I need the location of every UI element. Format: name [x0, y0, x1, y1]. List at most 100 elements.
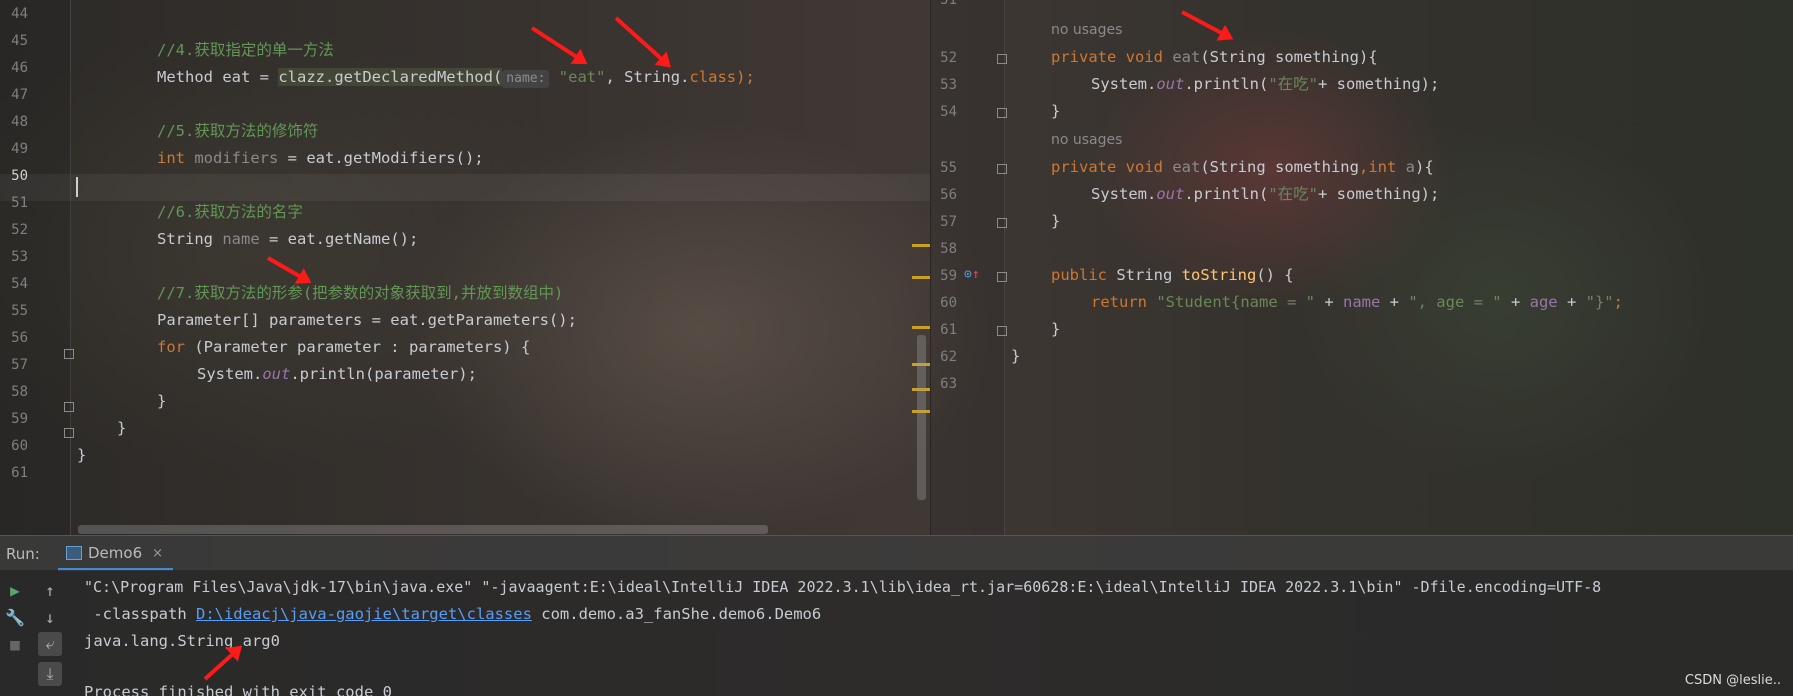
fold-marker[interactable] [64, 349, 74, 359]
code-token: = eat.getName(); [259, 230, 419, 248]
field: name [1342, 293, 1381, 311]
run-icon[interactable]: ▶ [3, 578, 27, 602]
keyword: for [157, 338, 185, 356]
right-editor[interactable]: 51 52 53 54 55 56 57 58 59 60 61 62 63 ⊙… [930, 0, 1793, 535]
line-number: 59 [940, 268, 957, 284]
code-token: (Parameter parameter : parameters) { [185, 338, 531, 356]
run-console[interactable]: ▶ ↑ 🔧 ↓ ■ ⤶ ⤓ "C:\Program Files\Java\jdk… [0, 570, 1793, 696]
line-number: 54 [940, 104, 957, 120]
code-token: , String. [605, 68, 690, 86]
code-token: } [157, 392, 167, 410]
usages-hint[interactable]: no usages [1051, 132, 1122, 148]
console-line-classpath: -classpath D:\ideacj\java-gaojie\target\… [84, 605, 821, 623]
code-token: (String something){ [1200, 48, 1378, 66]
fold-marker[interactable] [997, 326, 1007, 336]
code-line-45[interactable]: //4.获取指定的单一方法 [157, 37, 334, 64]
code-line-61[interactable]: } [1051, 316, 1060, 343]
unused-parameter: a [1396, 158, 1415, 176]
comment: //6.获取方法的名字 [157, 203, 303, 221]
code-token: Parameter[] parameters = eat.getParamete… [157, 311, 577, 329]
code-token: String [1107, 266, 1182, 284]
code-token: } [1011, 347, 1021, 365]
code-line-60[interactable]: } [77, 442, 86, 469]
wrench-icon[interactable]: 🔧 [3, 605, 27, 629]
code-line-52[interactable]: private void eat(String something){ [1051, 44, 1378, 71]
left-vertical-scrollbar[interactable] [917, 335, 926, 500]
code-line-52[interactable]: String name = eat.getName(); [157, 226, 418, 253]
console-text: -classpath [84, 605, 196, 623]
code-line-62[interactable]: } [1011, 343, 1020, 370]
console-line-output: java.lang.String arg0 [84, 632, 280, 650]
string-literal: "在吃" [1268, 185, 1318, 203]
left-editor[interactable]: 44 45 46 47 48 49 50 51 52 53 54 55 56 5… [0, 0, 930, 535]
code-token: ; [1613, 293, 1623, 311]
override-icon[interactable]: ⊙↑ [964, 267, 980, 282]
fold-marker[interactable] [64, 428, 74, 438]
code-line-58[interactable]: } [157, 388, 166, 415]
keyword: void [1116, 48, 1163, 66]
console-toolstrip: ▶ ↑ 🔧 ↓ ■ ⤶ ⤓ [0, 570, 75, 696]
code-line-59[interactable]: public String toString() { [1051, 262, 1294, 289]
scroll-to-end-icon[interactable]: ⤓ [38, 662, 62, 686]
code-line-56[interactable]: System.out.println("在吃"+ something); [1091, 181, 1439, 208]
stop-icon[interactable]: ■ [3, 632, 27, 656]
line-number: 58 [11, 384, 28, 400]
line-number: 46 [11, 60, 28, 76]
soft-wrap-icon[interactable]: ⤶ [38, 632, 62, 656]
code-line-59[interactable]: } [117, 415, 126, 442]
code-token: , [1358, 158, 1369, 176]
line-number: 55 [11, 303, 28, 319]
string-literal: ", age = " [1408, 293, 1502, 311]
code-line-55[interactable]: private void eat(String something,int a)… [1051, 154, 1434, 181]
code-token: } [77, 446, 87, 464]
method-name: toString [1181, 266, 1257, 284]
fold-marker[interactable] [997, 218, 1007, 228]
run-toolbar: Run: Demo6 × [0, 535, 1793, 571]
fold-marker[interactable] [997, 108, 1007, 118]
line-number: 49 [11, 141, 28, 157]
code-line-48[interactable]: //5.获取方法的修饰符 [157, 118, 318, 145]
line-number: 56 [11, 330, 28, 346]
line-number: 45 [11, 33, 28, 49]
fold-marker[interactable] [997, 54, 1007, 64]
static-field: out [1156, 75, 1185, 93]
code-line-49[interactable]: int modifiers = eat.getModifiers(); [157, 145, 484, 172]
code-line-54[interactable]: } [1051, 98, 1060, 125]
code-line-57[interactable]: } [1051, 208, 1060, 235]
code-token: } [1051, 320, 1061, 338]
line-number: 62 [940, 349, 957, 365]
code-token: + something); [1318, 185, 1440, 203]
close-icon[interactable]: × [152, 546, 163, 561]
error-stripe-marker[interactable] [912, 276, 930, 279]
error-stripe-marker[interactable] [912, 326, 930, 329]
code-line-57[interactable]: System.out.println(parameter); [197, 361, 477, 388]
text-caret [76, 177, 78, 197]
left-horizontal-scrollbar[interactable] [78, 525, 768, 534]
error-stripe-marker[interactable] [912, 244, 930, 247]
usages-hint[interactable]: no usages [1051, 22, 1122, 38]
up-arrow-icon[interactable]: ↑ [38, 578, 62, 602]
code-line-55[interactable]: Parameter[] parameters = eat.getParamete… [157, 307, 577, 334]
line-number: 52 [11, 222, 28, 238]
code-token: + [1501, 293, 1530, 311]
code-token: } [117, 419, 127, 437]
code-line-54[interactable]: //7.获取方法的形参(把参数的对象获取到,并放到数组中) [157, 280, 563, 307]
line-number: 58 [940, 241, 957, 257]
fold-marker[interactable] [64, 402, 74, 412]
down-arrow-icon[interactable]: ↓ [38, 605, 62, 629]
run-tab-demo6[interactable]: Demo6 × [58, 538, 174, 571]
fold-marker[interactable] [997, 164, 1007, 174]
fold-marker[interactable] [997, 272, 1007, 282]
keyword: void [1116, 158, 1163, 176]
console-line-exit: Process finished with exit code 0 [84, 683, 392, 696]
code-line-60[interactable]: return "Student{name = " + name + ", age… [1091, 289, 1623, 316]
code-line-53[interactable]: System.out.println("在吃"+ something); [1091, 71, 1439, 98]
classpath-link[interactable]: D:\ideacj\java-gaojie\target\classes [196, 605, 532, 623]
code-token: } [1051, 102, 1061, 120]
string-literal: "Student{name = " [1147, 293, 1315, 311]
string-literal: "}" [1585, 293, 1614, 311]
line-number: 60 [940, 295, 957, 311]
code-line-51[interactable]: //6.获取方法的名字 [157, 199, 303, 226]
code-line-56[interactable]: for (Parameter parameter : parameters) { [157, 334, 530, 361]
unused-variable: modifiers [185, 149, 279, 167]
